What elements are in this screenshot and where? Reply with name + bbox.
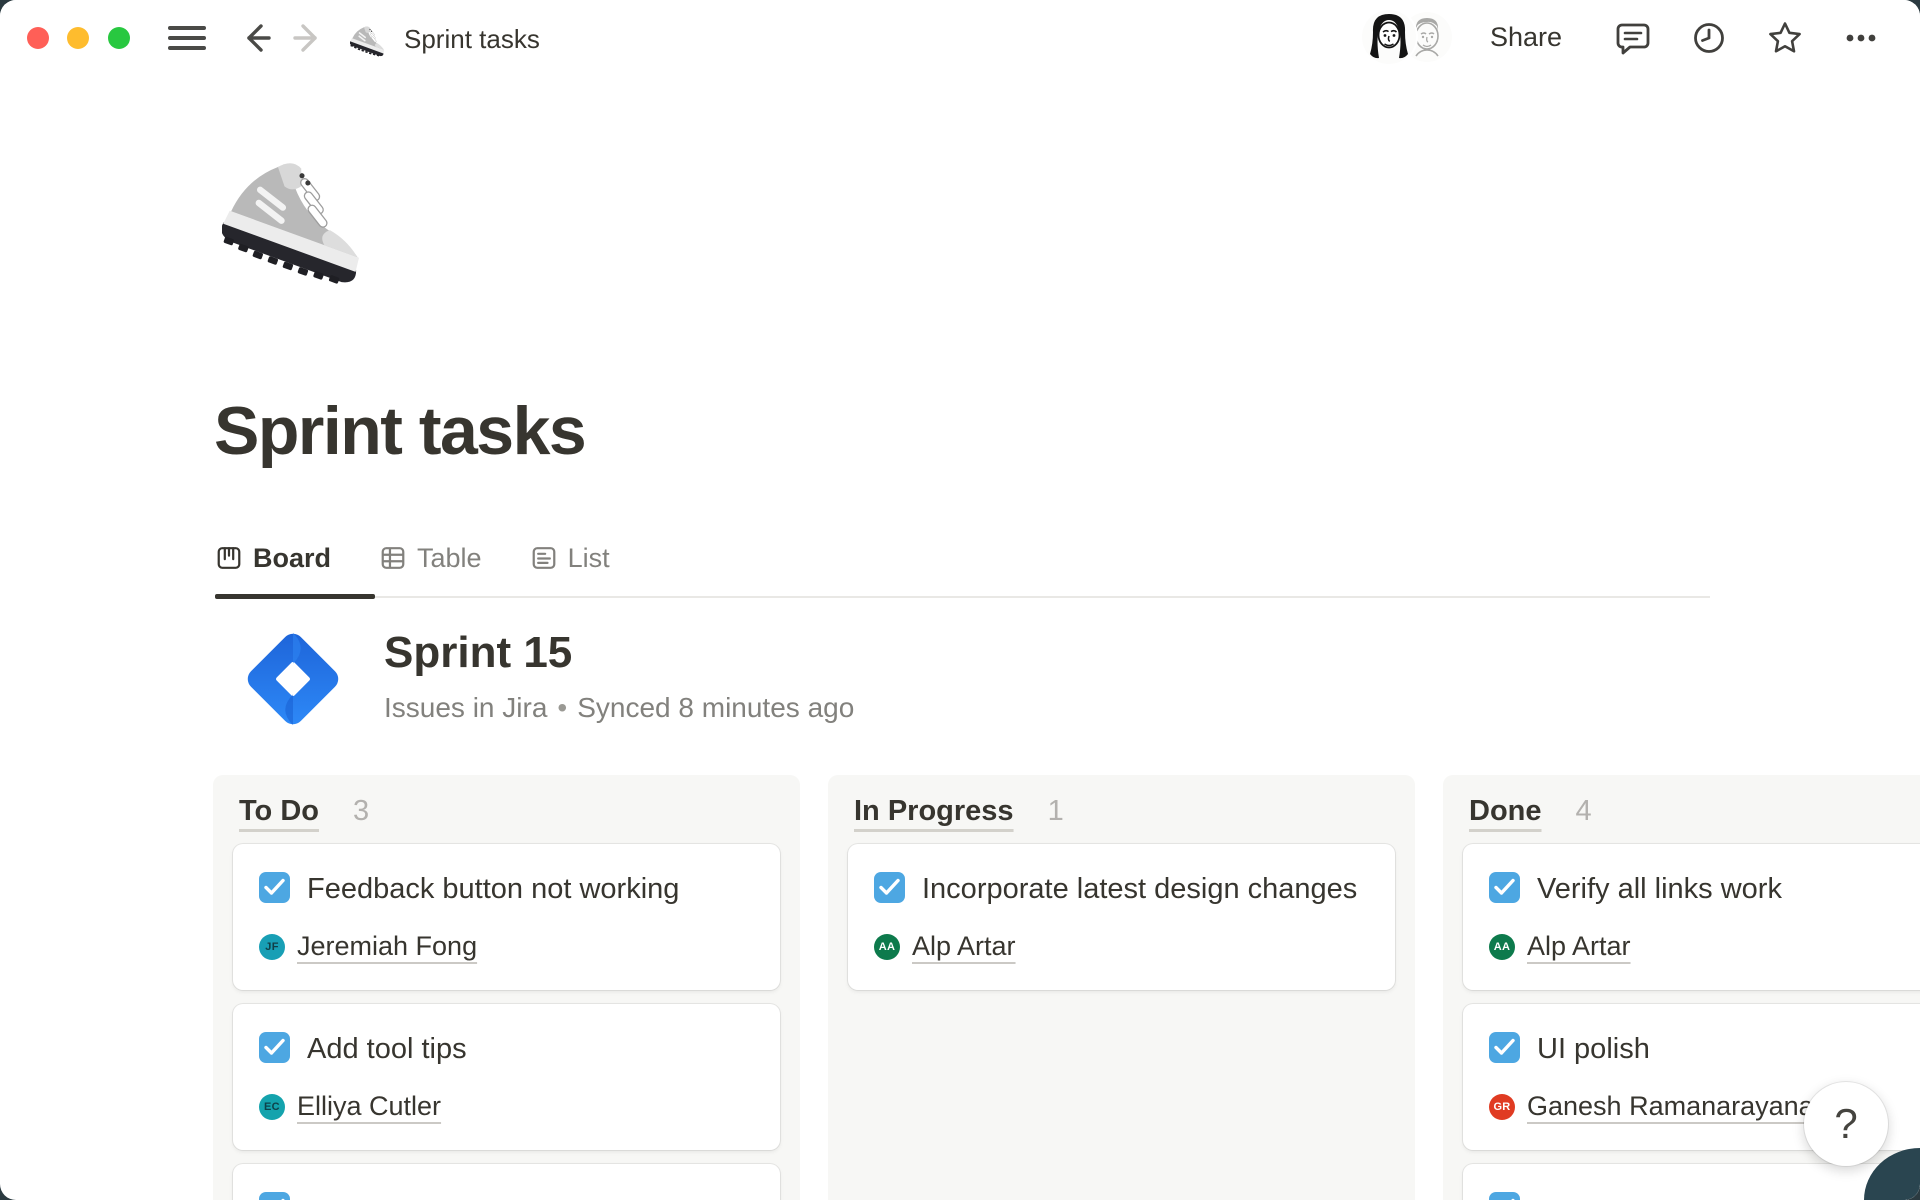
list-view-icon [530,544,558,572]
checked-checkbox-icon[interactable] [259,1032,290,1063]
jira-logo-icon [238,624,348,734]
column-name[interactable]: To Do [239,795,319,828]
forward-icon[interactable] [290,20,326,56]
checked-checkbox-icon[interactable] [1489,1192,1520,1200]
column-header: In Progress 1 [848,795,1395,828]
assignee-name[interactable]: Ganesh Ramanarayanan [1527,1091,1829,1122]
share-button[interactable]: Share [1490,22,1562,53]
assignee-name[interactable]: Alp Artar [912,931,1016,962]
board-column-to-do: To Do 3 Feedback button not working JF Jerem… [213,775,800,1200]
tab-list[interactable]: List [530,543,610,574]
task-card[interactable]: Feedback button not working JF Jeremiah Fo… [233,844,780,990]
checked-checkbox-icon[interactable] [874,872,905,903]
close-window-button[interactable] [27,27,49,49]
assignee-avatar: AA [874,934,900,960]
assignee-name[interactable]: Elliya Cutler [297,1091,441,1122]
collaborator-avatars[interactable] [1362,8,1456,66]
tab-table[interactable]: Table [379,543,482,574]
sync-source: Issues in Jira [384,692,547,723]
card-title: Incorporate latest design changes [874,870,1369,909]
updates-clock-icon[interactable] [1690,19,1728,57]
tab-board-label: Board [253,543,331,574]
table-view-icon [379,544,407,572]
card-title-text: UI polish [1537,1033,1650,1065]
assignee-avatar: GR [1489,1094,1515,1120]
board-column-in-progress: In Progress 1 Incorporate latest design ch… [828,775,1415,1200]
comments-icon[interactable] [1614,19,1652,57]
assignee-avatar: AA [1489,934,1515,960]
assignee-row: EC Elliya Cutler [259,1091,754,1122]
card-title: Add tool tips [259,1030,754,1069]
sidebar-toggle-icon[interactable] [168,26,206,51]
card-title: UI polish [1489,1030,1920,1069]
assignee-name[interactable]: Jeremiah Fong [297,931,477,962]
sync-status: Issues in Jira • Synced 8 minutes ago [384,692,854,724]
card-title-text: Verify all links work [1537,873,1782,905]
checked-checkbox-icon[interactable] [1489,872,1520,903]
card-title-text: Incorporate latest design changes [922,873,1357,905]
minimize-window-button[interactable] [67,27,89,49]
assignee-avatar: JF [259,934,285,960]
board-view-icon [215,544,243,572]
favorite-star-icon[interactable] [1766,19,1804,57]
column-header: To Do 3 [233,795,780,828]
avatar-collaborator-1[interactable] [1362,10,1416,64]
help-button[interactable]: ? [1804,1082,1888,1166]
column-count: 4 [1576,795,1592,828]
zoom-window-button[interactable] [108,27,130,49]
jira-sync-block[interactable]: Sprint 15 Issues in Jira • Synced 8 minute… [238,624,854,734]
assignee-row: AA Alp Artar [874,931,1369,962]
sprint-title[interactable]: Sprint 15 [384,628,854,678]
task-card[interactable]: Incorporate latest design changes AA Alp A… [848,844,1395,990]
tab-board[interactable]: Board [215,543,331,574]
sync-time: Synced 8 minutes ago [577,692,854,723]
assignee-name[interactable]: Alp Artar [1527,931,1631,962]
page-emoji[interactable] [222,130,382,290]
card-title: Verify all links work [1489,870,1920,909]
card-title: Feedback button not working [259,870,754,909]
task-card[interactable]: Add tool tips EC Elliya Cutler [233,1004,780,1150]
task-card-partial[interactable] [1463,1164,1920,1200]
tabs-divider [215,596,1710,598]
page-emoji-small [350,18,390,58]
checked-checkbox-icon[interactable] [1489,1032,1520,1063]
assignee-row: AA Alp Artar [1489,931,1920,962]
column-name[interactable]: Done [1469,795,1542,828]
checked-checkbox-icon[interactable] [259,1192,290,1200]
column-count: 3 [353,795,369,828]
more-options-icon[interactable] [1842,19,1880,57]
back-icon[interactable] [238,20,274,56]
top-bar: Sprint tasks [0,0,1920,76]
separator-dot: • [557,692,567,723]
tab-list-label: List [568,543,610,574]
column-name[interactable]: In Progress [854,795,1014,828]
card-title-text: Feedback button not working [307,873,679,905]
kanban-board: To Do 3 Feedback button not working JF Jerem… [213,775,1920,1200]
view-tabs: Board Table List [215,534,610,582]
assignee-row: JF Jeremiah Fong [259,931,754,962]
task-card[interactable]: Verify all links work AA Alp Artar [1463,844,1920,990]
assignee-avatar: EC [259,1094,285,1120]
tab-table-label: Table [417,543,482,574]
notion-window: Sprint tasks [0,0,1920,1200]
checked-checkbox-icon[interactable] [259,872,290,903]
active-tab-indicator [215,594,375,599]
task-card-partial[interactable] [233,1164,780,1200]
breadcrumb-page-title[interactable]: Sprint tasks [404,24,540,55]
page-title[interactable]: Sprint tasks [214,392,585,470]
column-count: 1 [1048,795,1064,828]
card-title-text: Add tool tips [307,1033,467,1065]
column-header: Done 4 [1463,795,1920,828]
